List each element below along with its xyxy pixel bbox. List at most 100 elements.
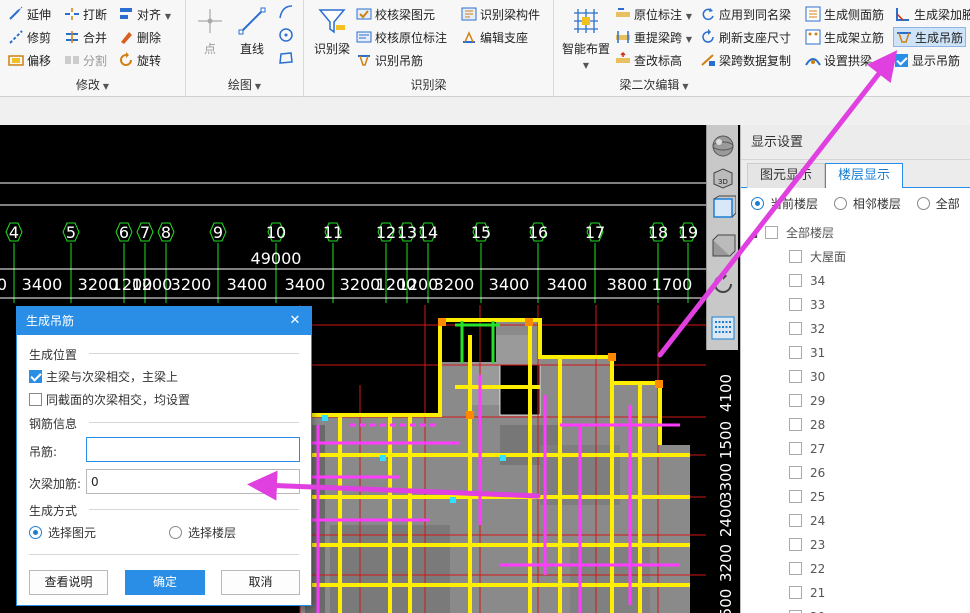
option-same-section[interactable]: 同截面的次梁相交，均设置	[29, 391, 190, 408]
floor-checkbox[interactable]	[789, 394, 802, 407]
reextract-span-button[interactable]: 重提梁跨 ▼	[615, 28, 692, 48]
option-select-floors[interactable]: 选择楼层	[169, 524, 236, 541]
floor-item[interactable]: 23	[741, 533, 970, 557]
floor-checkbox[interactable]	[789, 370, 802, 383]
view-help-button[interactable]: 查看说明	[29, 570, 108, 595]
edit-support-button[interactable]: 编辑支座	[461, 28, 528, 48]
align-button[interactable]: 对齐 ▼	[118, 5, 171, 25]
floor-checkbox[interactable]	[789, 490, 802, 503]
radio-all-floors[interactable]: 全部	[916, 197, 960, 211]
floor-item[interactable]: 21	[741, 581, 970, 605]
offset-button[interactable]: 偏移	[8, 51, 51, 71]
generate-beam-stiffener-button[interactable]: 生成梁加腋	[895, 5, 970, 25]
cancel-button[interactable]: 取消	[221, 570, 300, 595]
main-secondary-checkbox[interactable]	[29, 370, 42, 383]
grid-layout-icon	[570, 5, 602, 37]
ok-button[interactable]: 确定	[125, 570, 205, 595]
floor-item[interactable]: 32	[741, 317, 970, 341]
break-button[interactable]: 打断	[64, 5, 107, 25]
floor-checkbox[interactable]	[789, 514, 802, 527]
view-3d-button[interactable]: 3D	[710, 165, 736, 191]
circle-button[interactable]	[278, 26, 297, 46]
secondary-beam-bar-input[interactable]	[86, 469, 300, 494]
floor-checkbox[interactable]	[789, 274, 802, 287]
merge-icon	[64, 29, 80, 45]
floor-item[interactable]: 28	[741, 413, 970, 437]
option-select-elements[interactable]: 选择图元	[29, 524, 96, 541]
split-button[interactable]: 分割	[64, 51, 107, 71]
right-dimension-text: 3300	[717, 463, 735, 501]
identify-beam-button[interactable]: 识别梁	[310, 5, 354, 57]
same-section-checkbox[interactable]	[29, 393, 42, 406]
generate-erection-bar-button[interactable]: 生成架立筋	[805, 28, 884, 48]
radio-current-floor[interactable]: 当前楼层	[751, 197, 818, 211]
check-original-annotation-button[interactable]: 校核原位标注	[356, 28, 447, 48]
extend-button[interactable]: 延伸	[8, 5, 51, 25]
in-situ-annotation-button[interactable]: 原位标注 ▼	[615, 5, 692, 25]
front-view-button[interactable]	[710, 233, 736, 259]
arc-button[interactable]	[278, 3, 297, 23]
floor-item[interactable]: 29	[741, 389, 970, 413]
apply-same-name-button[interactable]: 应用到同名梁	[700, 5, 791, 25]
hanger-bar-input[interactable]	[86, 437, 300, 462]
show-hanger-bar-toggle[interactable]: 显示吊筋	[895, 51, 960, 71]
expand-triangle-icon[interactable]: ◢	[751, 223, 765, 247]
floor-item[interactable]: 31	[741, 341, 970, 365]
ribbon-toolbar: 延伸 打断 对齐 ▼ 修剪 合并 删除 偏移 分割 旋转 修改 ▼ 点 直线 绘…	[0, 0, 970, 97]
floor-item[interactable]: 26	[741, 461, 970, 485]
group-label-draw: 绘图 ▼	[227, 78, 262, 92]
all-floors-checkbox[interactable]	[765, 226, 778, 239]
trim-button[interactable]: 修剪	[8, 28, 51, 48]
floor-checkbox[interactable]	[789, 562, 802, 575]
floor-checkbox[interactable]	[789, 418, 802, 431]
floor-item[interactable]: 22	[741, 557, 970, 581]
check-beam-elements-button[interactable]: 校核梁图元	[356, 5, 435, 25]
floor-checkbox[interactable]	[789, 466, 802, 479]
identify-beam-member-button[interactable]: 识别梁构件	[461, 5, 540, 25]
span-data-copy-button[interactable]: 梁跨数据复制	[700, 51, 791, 71]
floor-item[interactable]: 24	[741, 509, 970, 533]
point-button[interactable]: 点	[192, 5, 228, 57]
check-elevation-button[interactable]: 查改标高	[615, 51, 682, 71]
floor-item[interactable]: 34	[741, 269, 970, 293]
refresh-support-size-button[interactable]: 刷新支座尺寸	[700, 28, 791, 48]
floor-item[interactable]: 大屋面	[741, 245, 970, 269]
floor-checkbox[interactable]	[789, 298, 802, 311]
option-main-secondary[interactable]: 主梁与次梁相交，主梁上	[29, 368, 178, 385]
identify-hanger-bar-button[interactable]: 识别吊筋	[356, 51, 423, 71]
display-settings-button[interactable]	[710, 315, 736, 341]
line-button[interactable]: 直线	[234, 5, 270, 57]
floor-item[interactable]: 25	[741, 485, 970, 509]
floor-checkbox[interactable]	[789, 442, 802, 455]
floor-item[interactable]: 30	[741, 365, 970, 389]
select-elements-radio[interactable]	[29, 526, 42, 539]
tree-all-floors[interactable]: ◢ 全部楼层	[741, 221, 970, 245]
generate-hanger-bar-dialog: 生成吊筋 ✕ 生成位置 主梁与次梁相交，主梁上 同截面的次梁相交，均设置 钢筋信…	[16, 306, 312, 606]
set-arch-beam-button[interactable]: 设置拱梁	[805, 51, 872, 71]
floor-checkbox[interactable]	[789, 250, 802, 263]
floor-checkbox[interactable]	[789, 346, 802, 359]
show-hanger-bar-checkbox[interactable]	[895, 54, 908, 67]
floor-item[interactable]: 20	[741, 605, 970, 613]
select-floors-radio[interactable]	[169, 526, 182, 539]
smart-layout-button[interactable]: 智能布置 ▼	[560, 5, 612, 71]
total-dimension: 49000	[251, 249, 302, 268]
merge-button[interactable]: 合并	[64, 28, 107, 48]
rotate-view-button[interactable]	[710, 271, 736, 297]
rotate-button[interactable]: 旋转	[118, 51, 161, 71]
floor-checkbox[interactable]	[789, 586, 802, 599]
floor-checkbox[interactable]	[789, 322, 802, 335]
floor-checkbox[interactable]	[789, 538, 802, 551]
tab-floor-display[interactable]: 楼层显示	[825, 163, 904, 188]
floor-item[interactable]: 27	[741, 437, 970, 461]
close-icon[interactable]: ✕	[288, 307, 302, 335]
dynamic-observe-button[interactable]	[710, 133, 736, 159]
rectangle-button[interactable]	[278, 49, 297, 69]
radio-adjacent-floor[interactable]: 相邻楼层	[833, 197, 901, 211]
tab-element-display[interactable]: 图元显示	[747, 163, 826, 188]
generate-side-bar-button[interactable]: 生成侧面筋	[805, 5, 884, 25]
delete-button[interactable]: 删除	[118, 28, 161, 48]
top-view-button[interactable]	[710, 195, 736, 221]
floor-item[interactable]: 33	[741, 293, 970, 317]
generate-hanger-bar-button[interactable]: 生成吊筋	[893, 27, 967, 47]
